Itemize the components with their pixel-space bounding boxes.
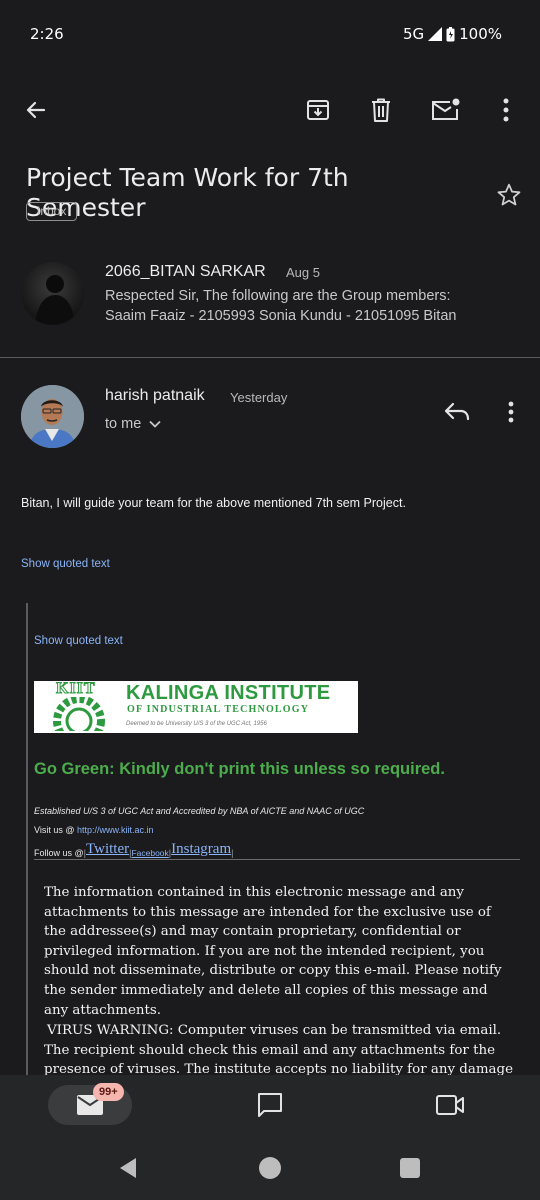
delete-button[interactable] (363, 92, 399, 128)
sender-name: harish patnaik (105, 387, 205, 404)
system-home-button[interactable] (254, 1152, 286, 1184)
org-name: KALINGA INSTITUTE (126, 682, 331, 704)
quote-bar (26, 603, 28, 1083)
nav-meet-tab[interactable] (428, 1085, 472, 1125)
visit-line: Visit us @ http://www.kiit.ac.in (34, 825, 154, 835)
star-button[interactable] (492, 178, 526, 212)
unread-count-badge: 99+ (93, 1083, 124, 1101)
message-collapsed[interactable]: 2066_BITAN SARKAR Aug 5 Respected Sir, T… (0, 245, 540, 355)
star-icon (497, 183, 521, 206)
accreditation-line: Established U/S 3 of UGC Act and Accredi… (34, 806, 365, 816)
visit-prefix: Visit us @ (34, 825, 77, 835)
message-date: Yesterday (230, 390, 288, 405)
divider (0, 357, 540, 358)
mark-unread-button[interactable] (426, 92, 464, 128)
network-type: 5G (402, 25, 425, 43)
status-indicators: 5G 100% (403, 25, 502, 43)
confidentiality-disclaimer: The information contained in this electr… (44, 885, 502, 1018)
message-snippet-line-2: Saaim Faaiz - 2105993 Sonia Kundu - 2105… (105, 308, 457, 324)
chevron-down-icon (149, 420, 161, 428)
system-recents-button[interactable] (394, 1152, 426, 1184)
signal-icon (428, 27, 443, 41)
signature-separator (34, 859, 520, 860)
system-back-button[interactable] (112, 1152, 144, 1184)
more-options-button[interactable] (492, 92, 520, 128)
org-tagline: Deemed to be University U/S 3 of the UGC… (126, 721, 267, 727)
square-recents-icon (400, 1158, 420, 1178)
archive-button[interactable] (300, 92, 336, 128)
battery-percent: 100% (459, 25, 502, 43)
follow-line: Follow us @ | Twitter | Facebook | Insta… (34, 841, 234, 858)
sender-name: 2066_BITAN SARKAR (105, 263, 266, 280)
more-vertical-icon (508, 401, 514, 423)
show-quoted-text-link[interactable]: Show quoted text (21, 558, 110, 570)
reply-button[interactable] (440, 396, 474, 428)
sender-avatar (21, 262, 84, 325)
org-subtitle: OF INDUSTRIAL TECHNOLOGY (127, 704, 310, 715)
sender-avatar (21, 385, 84, 448)
follow-prefix: Follow us @ (34, 848, 84, 858)
video-icon (436, 1095, 464, 1115)
kiit-logo-text: KIIT (56, 681, 96, 698)
message-more-button[interactable] (500, 396, 522, 428)
reply-icon (444, 402, 470, 421)
message-body: Bitan, I will guide your team for the ab… (21, 496, 406, 510)
triangle-back-icon (120, 1158, 136, 1178)
show-quoted-text-link[interactable]: Show quoted text (34, 635, 123, 647)
instagram-link[interactable]: Instagram (171, 841, 231, 858)
recipient-label: to me (105, 416, 142, 432)
status-time: 2:26 (30, 25, 64, 43)
inbox-label-chip[interactable]: Inbox (26, 202, 78, 221)
website-link[interactable]: http://www.kiit.ac.in (77, 825, 154, 835)
circle-home-icon (259, 1157, 281, 1179)
virus-warning: VIRUS WARNING: Computer viruses can be t… (44, 1023, 514, 1075)
more-vertical-icon (503, 98, 509, 122)
recipient-details-toggle[interactable]: to me (105, 416, 161, 432)
status-bar: 2:26 5G 100% (0, 0, 540, 68)
arrow-left-icon (26, 101, 46, 119)
battery-icon (446, 26, 455, 41)
chat-icon (258, 1093, 282, 1117)
kiit-logo-banner: KIIT KALINGA INSTITUTE OF INDUSTRIAL TEC… (34, 681, 358, 733)
trash-icon (372, 98, 390, 122)
message-snippet-line-1: Respected Sir, The following are the Gro… (105, 288, 451, 304)
archive-icon (307, 100, 329, 120)
email-subject: Project Team Work for 7th Semester (26, 163, 349, 222)
back-button[interactable] (18, 92, 54, 128)
mail-unread-icon (432, 98, 460, 120)
nav-chat-tab[interactable] (248, 1085, 292, 1125)
twitter-link[interactable]: Twitter (86, 841, 129, 858)
facebook-link[interactable]: Facebook (131, 848, 168, 858)
go-green-notice: Go Green: Kindly don't print this unless… (34, 760, 445, 778)
message-date: Aug 5 (286, 265, 320, 280)
